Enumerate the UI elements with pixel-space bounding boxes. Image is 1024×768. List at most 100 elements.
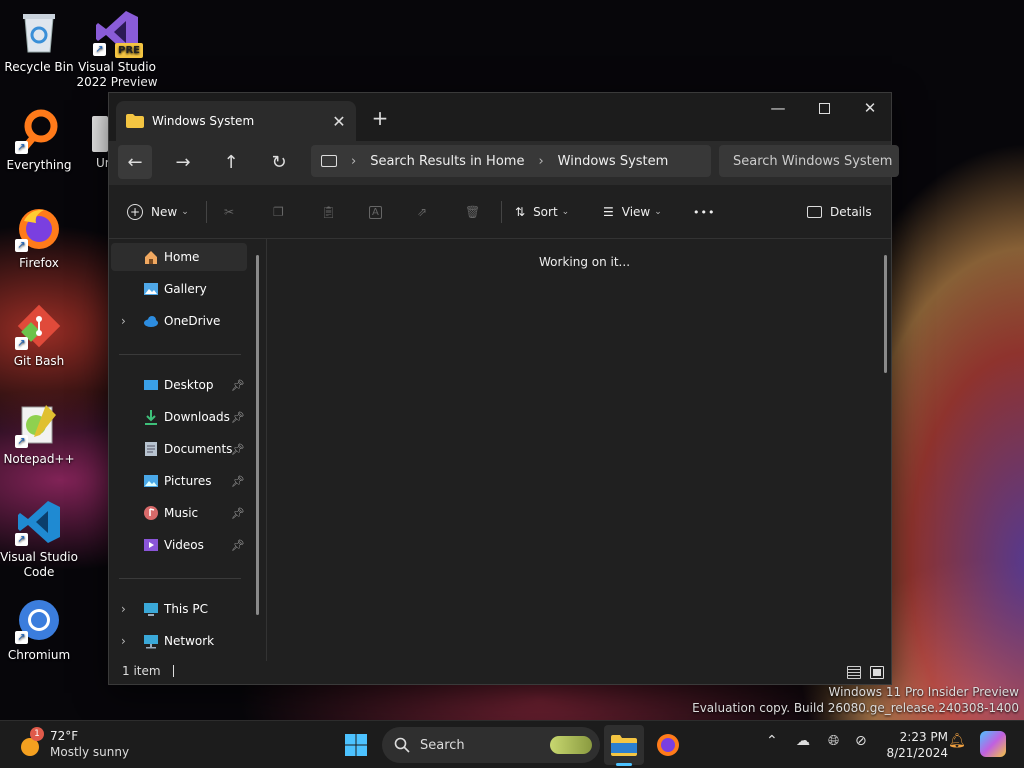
music-icon — [144, 506, 158, 520]
clipboard-icon: 📋︎ — [321, 205, 337, 219]
more-options-button[interactable]: ••• — [693, 197, 715, 227]
tab-windows-system[interactable]: Windows System ✕ — [116, 101, 356, 141]
sidebar-item-music[interactable]: Music 📌︎ — [111, 499, 247, 527]
onedrive-offline-icon[interactable]: ☁ — [796, 733, 810, 749]
paste-button[interactable]: 📋︎ — [321, 197, 336, 227]
desktop-icon-vscode[interactable]: ↗ Visual Studio Code — [0, 498, 81, 580]
sidebar-item-pictures[interactable]: Pictures 📌︎ — [111, 467, 247, 495]
sidebar-item-downloads[interactable]: Downloads 📌︎ — [111, 403, 247, 431]
view-button[interactable]: ☰ View ⌄ — [603, 197, 662, 227]
copy-button[interactable]: ❐ — [273, 197, 284, 227]
sidebar-item-this-pc[interactable]: › This PC — [111, 595, 247, 623]
desktop-icon-label: Git Bash — [13, 354, 65, 368]
arrow-left-icon: ← — [127, 151, 143, 173]
sidebar-item-home[interactable]: Home — [111, 243, 247, 271]
desktop-icon-chromium[interactable]: ↗ Chromium — [0, 596, 81, 663]
pin-icon[interactable]: 📌︎ — [231, 539, 245, 552]
start-button[interactable] — [336, 725, 376, 765]
sidebar-item-documents[interactable]: Documents 📌︎ — [111, 435, 247, 463]
pin-icon[interactable]: 📌︎ — [231, 379, 245, 392]
file-explorer-window: Windows System ✕ + — ✕ ← → ↑ ↻ › Search … — [108, 92, 899, 685]
taskbar-file-explorer[interactable] — [604, 725, 644, 766]
minimize-button[interactable]: — — [755, 93, 801, 123]
content-scrollbar[interactable] — [884, 255, 887, 373]
weather-widget[interactable]: 1 72°F Mostly sunny — [18, 727, 129, 763]
sidebar-scrollbar[interactable] — [256, 255, 259, 615]
file-list-area[interactable]: Working on it... — [267, 239, 893, 661]
desktop-icon-label: Notepad++ — [3, 452, 75, 466]
desktop-icon-notepadpp[interactable]: ↗ Notepad++ — [0, 400, 81, 467]
details-button[interactable]: Details — [807, 197, 872, 227]
taskbar-firefox[interactable] — [648, 725, 688, 765]
trash-icon: 🗑︎ — [465, 205, 481, 219]
desktop-icon-label: Recycle Bin — [4, 60, 74, 74]
folder-icon — [126, 114, 144, 128]
network-status-icon[interactable]: ⊘ — [855, 733, 867, 749]
breadcrumb-item[interactable]: Search Results in Home — [370, 154, 524, 169]
sidebar-item-label: Gallery — [164, 282, 207, 296]
notification-bell-icon[interactable]: 🔔︎ — [948, 733, 966, 749]
desktop-icon-partial[interactable]: Ur — [72, 116, 108, 171]
pin-icon[interactable]: 📌︎ — [231, 507, 245, 520]
shortcut-arrow-icon: ↗ — [15, 239, 28, 252]
chevron-right-icon[interactable]: › — [121, 314, 126, 328]
up-button[interactable]: ↑ — [214, 145, 248, 179]
sidebar-item-gallery[interactable]: Gallery — [111, 275, 247, 303]
divider — [119, 578, 241, 579]
firefox-icon — [657, 734, 679, 756]
pre-badge: PRE — [115, 43, 143, 58]
desktop-icon-visual-studio-2022[interactable]: PRE ↗ Visual Studio 2022 Preview — [75, 8, 159, 90]
copilot-button[interactable] — [980, 731, 1006, 757]
tab-close-icon[interactable]: ✕ — [328, 110, 350, 132]
pin-icon[interactable]: 📌︎ — [231, 475, 245, 488]
sidebar-item-label: Downloads — [164, 410, 230, 424]
pin-icon[interactable]: 📌︎ — [231, 443, 245, 456]
copilot-icon — [980, 731, 1006, 757]
refresh-button[interactable]: ↻ — [262, 145, 296, 179]
tiles-view-icon[interactable] — [870, 666, 884, 679]
breadcrumb-item[interactable]: Windows System — [558, 154, 669, 169]
cut-button[interactable]: ✂ — [224, 197, 234, 227]
desktop-icon-label: Everything — [6, 158, 72, 172]
sidebar-item-label: Documents — [164, 442, 233, 456]
new-button[interactable]: + New ⌄ — [127, 197, 189, 227]
forward-button[interactable]: → — [166, 145, 200, 179]
separator — [501, 201, 502, 223]
desktop-icon-git-bash[interactable]: ↗ Git Bash — [0, 302, 81, 369]
rename-button[interactable]: A — [369, 197, 382, 227]
sidebar-item-onedrive[interactable]: › OneDrive — [111, 307, 247, 335]
back-button[interactable]: ← — [118, 145, 152, 179]
maximize-button[interactable] — [801, 93, 847, 123]
sort-button[interactable]: ⇅ Sort ⌄ — [515, 197, 569, 227]
close-button[interactable]: ✕ — [847, 93, 893, 123]
pin-icon[interactable]: 📌︎ — [231, 411, 245, 424]
details-pane-icon — [807, 206, 822, 218]
desktop-icon-recycle-bin[interactable]: Recycle Bin — [0, 8, 81, 75]
chevron-down-icon: ⌄ — [561, 207, 570, 217]
clock-time: 2:23 PM — [899, 730, 948, 744]
search-input[interactable]: Search Windows System — [719, 145, 899, 177]
address-bar[interactable]: › Search Results in Home › Windows Syste… — [311, 145, 711, 177]
sidebar-item-videos[interactable]: Videos 📌︎ — [111, 531, 247, 559]
share-button[interactable]: ⇗ — [417, 197, 427, 227]
taskbar-search[interactable]: Search — [382, 727, 600, 763]
chevron-up-icon[interactable]: ⌃ — [766, 733, 778, 749]
globe-icon[interactable]: 🌐︎ — [828, 733, 839, 749]
desktop-icon-everything[interactable]: ↗ Everything — [0, 106, 81, 173]
delete-button[interactable]: 🗑︎ — [465, 197, 480, 227]
monitor-icon — [321, 155, 337, 167]
loading-message: Working on it... — [539, 255, 631, 269]
chevron-right-icon[interactable]: › — [121, 634, 126, 648]
details-view-icon[interactable] — [847, 666, 861, 679]
new-tab-button[interactable]: + — [367, 105, 393, 131]
system-clock[interactable]: 2:23 PM 8/21/2024 — [880, 729, 948, 761]
desktop-folder-icon — [144, 380, 158, 390]
sidebar-item-network[interactable]: › Network — [111, 627, 247, 655]
sidebar-item-desktop[interactable]: Desktop 📌︎ — [111, 371, 247, 399]
firefox-icon: ↗ — [15, 204, 63, 252]
chevron-right-icon[interactable]: › — [121, 602, 126, 616]
close-icon: ✕ — [863, 99, 877, 117]
taskbar-search-label: Search — [420, 737, 465, 753]
network-icon — [144, 635, 158, 649]
desktop-icon-firefox[interactable]: ↗ Firefox — [0, 204, 81, 271]
